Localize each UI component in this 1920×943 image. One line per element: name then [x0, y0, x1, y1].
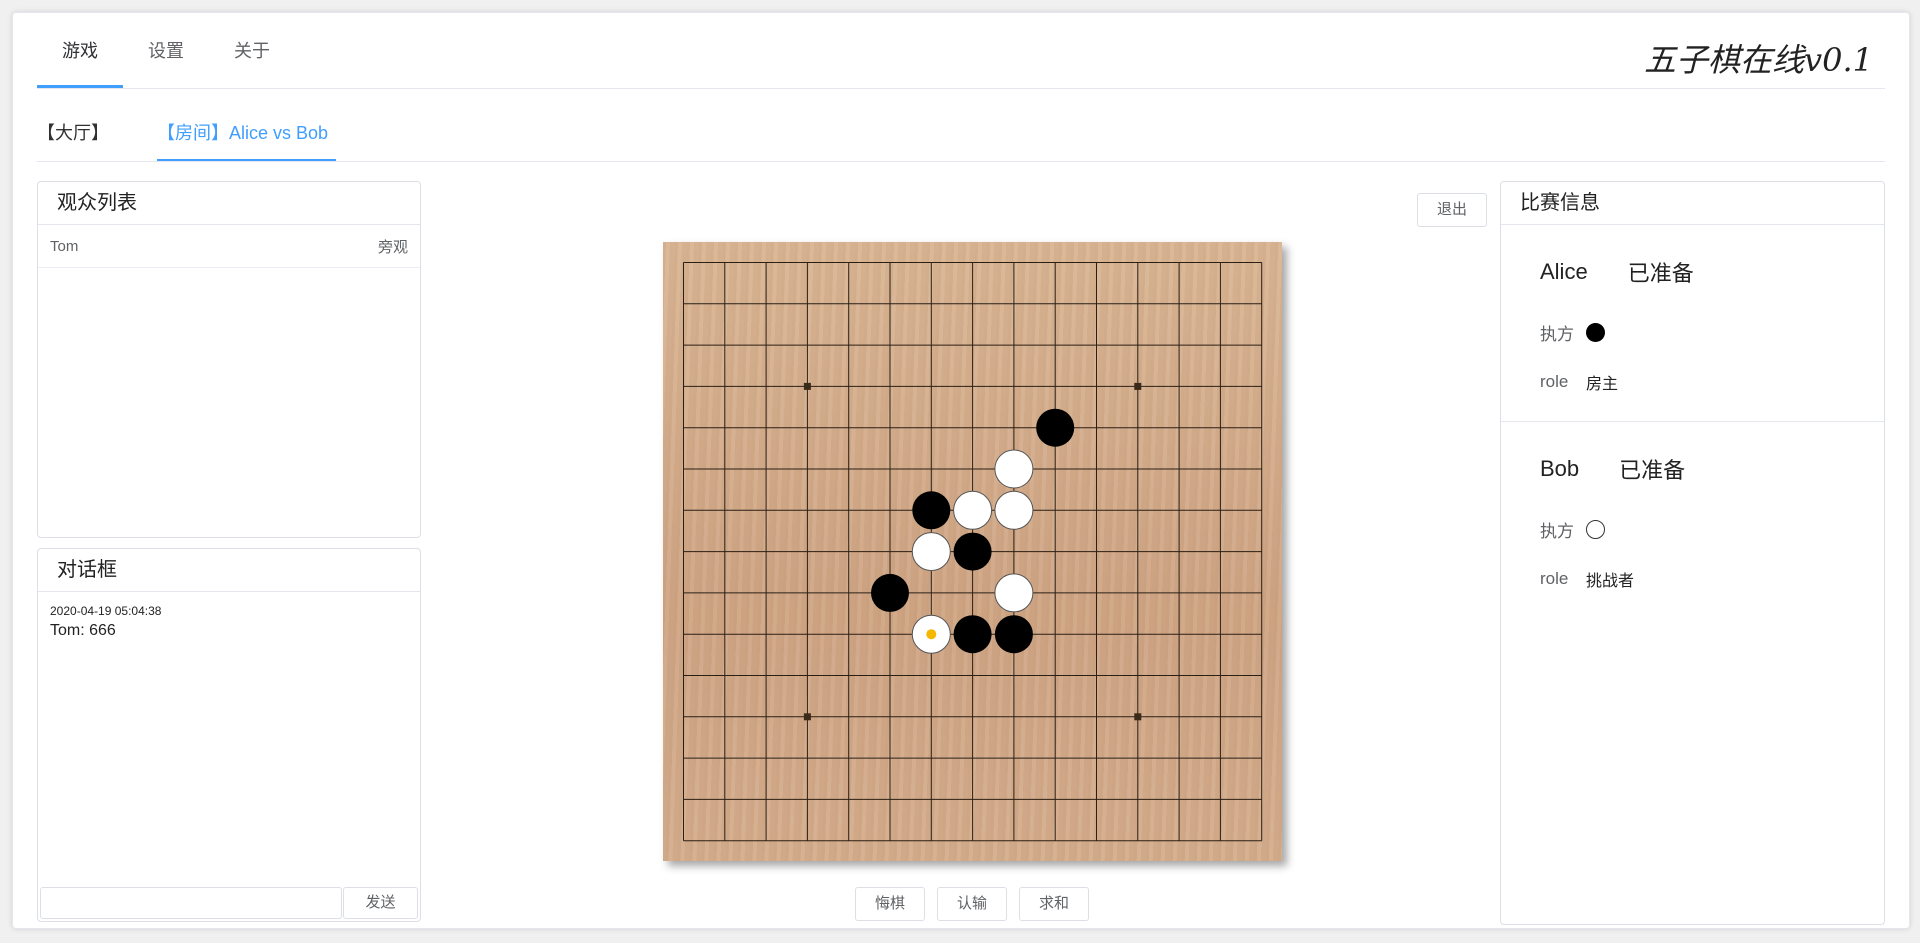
black-stone [994, 615, 1033, 654]
top-divider [37, 88, 1885, 89]
side-label: 执方 [1540, 521, 1574, 541]
role-value: 挑战者 [1586, 573, 1635, 590]
player-name: Bob [1540, 456, 1580, 481]
chat-input[interactable] [40, 887, 342, 919]
match-info-title: 比赛信息 [1501, 182, 1884, 225]
tab-settings[interactable]: 设置 [123, 13, 209, 87]
resign-button[interactable]: 认输 [937, 887, 1007, 921]
app-title: 五子棋在线v0.1 [1644, 41, 1873, 79]
player-card-bob: Bob 已准备 执方 role 挑战者 [1501, 434, 1884, 604]
star-point [1134, 713, 1142, 721]
last-move-marker [926, 629, 937, 640]
black-stone [1036, 408, 1075, 447]
star-point [803, 382, 811, 390]
player-divider [1501, 421, 1884, 422]
board-grid[interactable] [663, 242, 1282, 861]
app-window: 游戏 设置 关于 五子棋在线v0.1 【大厅】 【房间】Alice vs Bob… [12, 12, 1910, 929]
black-stone [953, 532, 992, 571]
white-stone [994, 573, 1034, 613]
role-value: 房主 [1586, 376, 1619, 393]
tab-game[interactable]: 游戏 [37, 13, 123, 88]
chat-panel: 对话框 2020-04-19 05:04:38 Tom: 666 发送 [37, 548, 421, 922]
room-tabs: 【大厅】 【房间】Alice vs Bob [37, 119, 376, 161]
chat-message: 2020-04-19 05:04:38 Tom: 666 [38, 592, 420, 644]
audience-panel: 观众列表 Tom 旁观 [37, 181, 421, 538]
star-point [803, 713, 811, 721]
audience-title: 观众列表 [38, 182, 420, 225]
exit-button[interactable]: 退出 [1417, 193, 1487, 227]
gomoku-board[interactable] [663, 242, 1282, 861]
ready-status: 已准备 [1619, 458, 1686, 483]
role-label: role [1540, 569, 1569, 588]
draw-button[interactable]: 求和 [1019, 887, 1089, 921]
top-tabs: 游戏 设置 关于 [37, 13, 295, 88]
white-stone [953, 490, 993, 530]
audience-name: Tom [50, 237, 79, 255]
white-stone [911, 532, 951, 572]
chat-text: Tom: 666 [50, 622, 116, 639]
player-card-alice: Alice 已准备 执方 role 房主 [1501, 237, 1884, 407]
black-stone [871, 573, 909, 612]
chat-title: 对话框 [38, 549, 420, 592]
role-label: role [1540, 372, 1569, 391]
match-info-panel: 比赛信息 Alice 已准备 执方 role 房主 Bob 已准备 执方 rol… [1500, 181, 1885, 925]
white-stone [994, 490, 1034, 530]
black-stone [953, 615, 992, 654]
audience-status: 旁观 [377, 238, 408, 256]
undo-button[interactable]: 悔棋 [855, 887, 925, 921]
game-actions: 悔棋 认输 求和 [855, 887, 1089, 921]
sub-divider [37, 161, 1885, 162]
send-button[interactable]: 发送 [343, 887, 418, 919]
audience-row: Tom 旁观 [38, 225, 420, 268]
star-point [1134, 382, 1142, 390]
ready-status: 已准备 [1627, 261, 1694, 286]
chat-timestamp: 2020-04-19 05:04:38 [50, 604, 162, 618]
tab-room[interactable]: 【房间】Alice vs Bob [157, 119, 337, 161]
white-stone [994, 449, 1034, 489]
player-name: Alice [1540, 259, 1588, 284]
black-stone-icon [1586, 322, 1605, 342]
tab-about[interactable]: 关于 [209, 13, 295, 87]
black-stone [912, 491, 951, 530]
tab-lobby[interactable]: 【大厅】 [37, 119, 117, 161]
side-label: 执方 [1540, 324, 1574, 344]
white-stone-icon [1586, 519, 1605, 539]
